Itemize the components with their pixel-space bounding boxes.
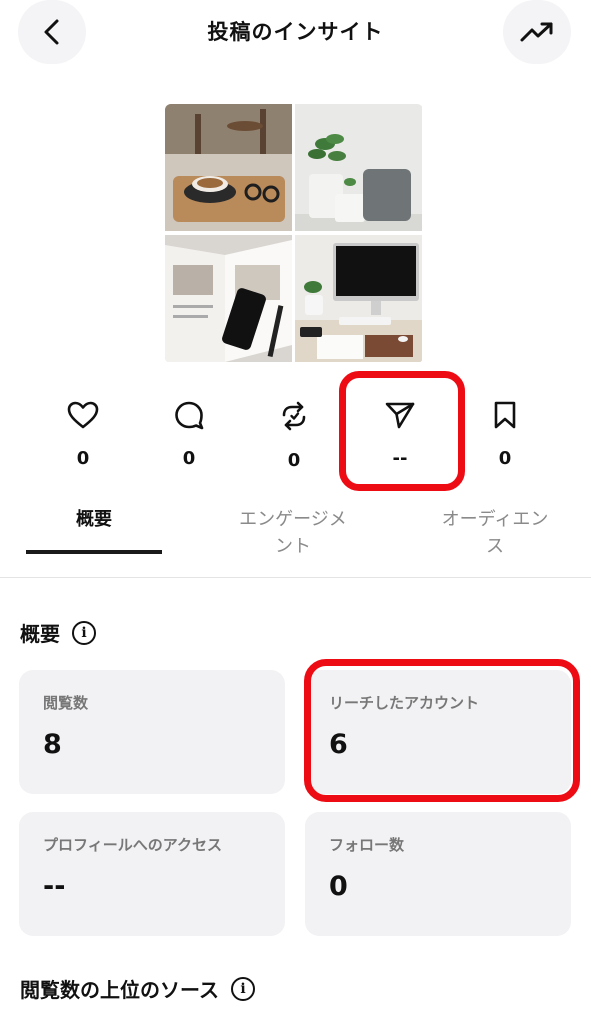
tab-audience-label: オーディエン ス [441, 509, 549, 557]
saves-stat: 0 [475, 400, 535, 470]
reposts-count: 0 [287, 450, 301, 471]
follows-card[interactable]: フォロー数 0 [305, 812, 571, 936]
views-card[interactable]: 閲覧数 8 [19, 670, 285, 794]
likes-stat: 0 [53, 400, 113, 470]
tab-overview[interactable]: 概要 [26, 506, 162, 533]
post-image-magazine [165, 235, 292, 362]
tab-audience[interactable]: オーディエン ス [425, 506, 565, 560]
follows-label: フォロー数 [329, 836, 405, 854]
repost-icon [282, 401, 306, 431]
profile-visits-value: -- [43, 871, 66, 902]
insight-tabs: 概要 エンゲージメ ント オーディエン ス [0, 506, 591, 580]
overview-section-title: 概要 i [20, 618, 96, 647]
reach-highlight-box [304, 659, 580, 802]
profile-visits-label: プロフィールへのアクセス [43, 836, 222, 854]
post-image-plants [295, 104, 422, 231]
overview-title-text: 概要 [20, 622, 60, 646]
trending-up-icon [520, 22, 553, 42]
post-image-desk [295, 235, 422, 362]
tab-engagement-label: エンゲージメ ント [239, 509, 347, 557]
follows-value: 0 [329, 871, 348, 902]
post-image-coffee [165, 104, 292, 231]
trend-button[interactable] [503, 0, 571, 64]
info-icon[interactable]: i [72, 620, 96, 645]
likes-count: 0 [76, 448, 90, 469]
tab-engagement[interactable]: エンゲージメ ント [228, 506, 358, 560]
shares-highlight-box [339, 371, 465, 491]
header-bar: 投稿のインサイト [0, 0, 591, 64]
profile-visits-card[interactable]: プロフィールへのアクセス -- [19, 812, 285, 936]
reposts-stat: 0 [264, 400, 324, 472]
top-sources-section-title: 閲覧数の上位のソース i [20, 974, 255, 1003]
info-icon[interactable]: i [231, 976, 255, 1001]
top-sources-title-text: 閲覧数の上位のソース [20, 978, 219, 1002]
divider [0, 577, 591, 578]
bookmark-icon [494, 401, 516, 429]
views-label: 閲覧数 [43, 694, 89, 712]
post-preview[interactable] [165, 104, 423, 363]
views-value: 8 [43, 729, 62, 760]
comment-icon [175, 401, 204, 430]
heart-icon [67, 401, 99, 429]
active-tab-indicator [26, 550, 162, 554]
comments-count: 0 [182, 448, 196, 469]
comments-stat: 0 [159, 400, 219, 470]
saves-count: 0 [498, 448, 512, 469]
